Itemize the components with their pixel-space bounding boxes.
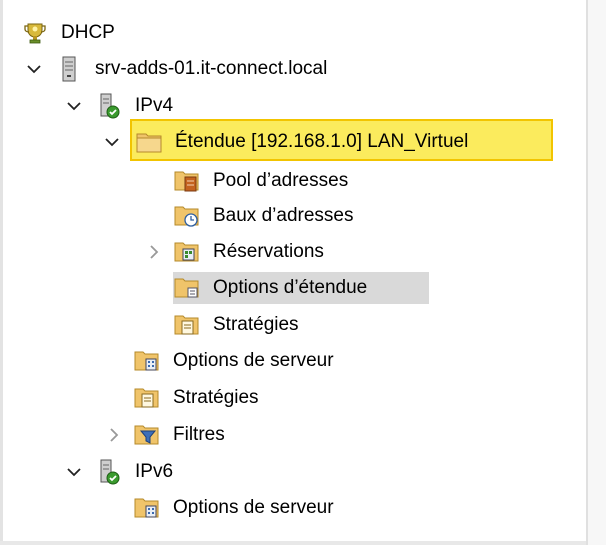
server-options-icon [134, 495, 160, 521]
tree-label: Étendue [192.168.1.0] LAN_Virtuel [175, 131, 469, 152]
scope-options-icon [174, 275, 200, 301]
tree-node-scope-options[interactable]: Options d’étendue [174, 271, 371, 305]
tree-label: Options de serveur [173, 497, 334, 518]
address-leases-icon [174, 203, 200, 229]
tree-node-address-leases[interactable]: Baux d’adresses [174, 199, 357, 233]
tree-label: Réservations [213, 241, 324, 262]
bottom-border [0, 541, 586, 545]
reservations-icon [174, 239, 200, 265]
chevron-down-icon[interactable] [66, 98, 82, 114]
tree-label: Options d’étendue [213, 277, 368, 298]
tree-node-scope[interactable]: Étendue [192.168.1.0] LAN_Virtuel [104, 125, 472, 159]
ipv4-node-icon [96, 93, 122, 119]
dhcp-trophy-icon [22, 20, 48, 46]
tree-node-reservations[interactable]: Réservations [146, 235, 328, 269]
tree-node-ipv4[interactable]: IPv4 [66, 89, 177, 123]
chevron-down-icon[interactable] [104, 134, 120, 150]
tree-label: Stratégies [173, 387, 259, 408]
tree-label: IPv6 [135, 461, 174, 482]
tree-label: IPv4 [135, 95, 174, 116]
tree-node-ipv4-server-options[interactable]: Options de serveur [134, 344, 338, 378]
tree-node-scope-policies[interactable]: Stratégies [174, 308, 303, 342]
tree-node-ipv6-server-options[interactable]: Options de serveur [134, 491, 338, 525]
tree-node-server[interactable]: srv-adds-01.it-connect.local [26, 52, 331, 86]
tree-node-address-pool[interactable]: Pool d’adresses [174, 164, 352, 198]
chevron-down-icon[interactable] [26, 61, 42, 77]
tree-node-filters[interactable]: Filtres [106, 418, 229, 452]
tree-node-dhcp[interactable]: DHCP [22, 16, 119, 50]
tree-node-ipv6[interactable]: IPv6 [66, 455, 177, 489]
tree-label: Pool d’adresses [213, 170, 349, 191]
address-pool-icon [174, 168, 200, 194]
tree-label: DHCP [61, 22, 115, 43]
chevron-right-icon[interactable] [146, 244, 162, 260]
tree-label: Options de serveur [173, 350, 334, 371]
chevron-down-icon[interactable] [66, 464, 82, 480]
tree-node-ipv4-policies[interactable]: Stratégies [134, 381, 263, 415]
right-pane-edge [588, 0, 606, 545]
server-tower-icon [56, 56, 82, 82]
chevron-right-icon[interactable] [106, 427, 122, 443]
scope-folder-icon [136, 129, 162, 155]
tree-label: Filtres [173, 424, 225, 445]
server-options-icon [134, 348, 160, 374]
tree-label: srv-adds-01.it-connect.local [95, 58, 328, 79]
tree-label: Stratégies [213, 314, 299, 335]
ipv6-node-icon [96, 459, 122, 485]
left-panel-border [0, 0, 3, 545]
policies-icon [174, 312, 200, 338]
filters-icon [134, 422, 160, 448]
tree-label: Baux d’adresses [213, 205, 354, 226]
policies-icon [134, 385, 160, 411]
